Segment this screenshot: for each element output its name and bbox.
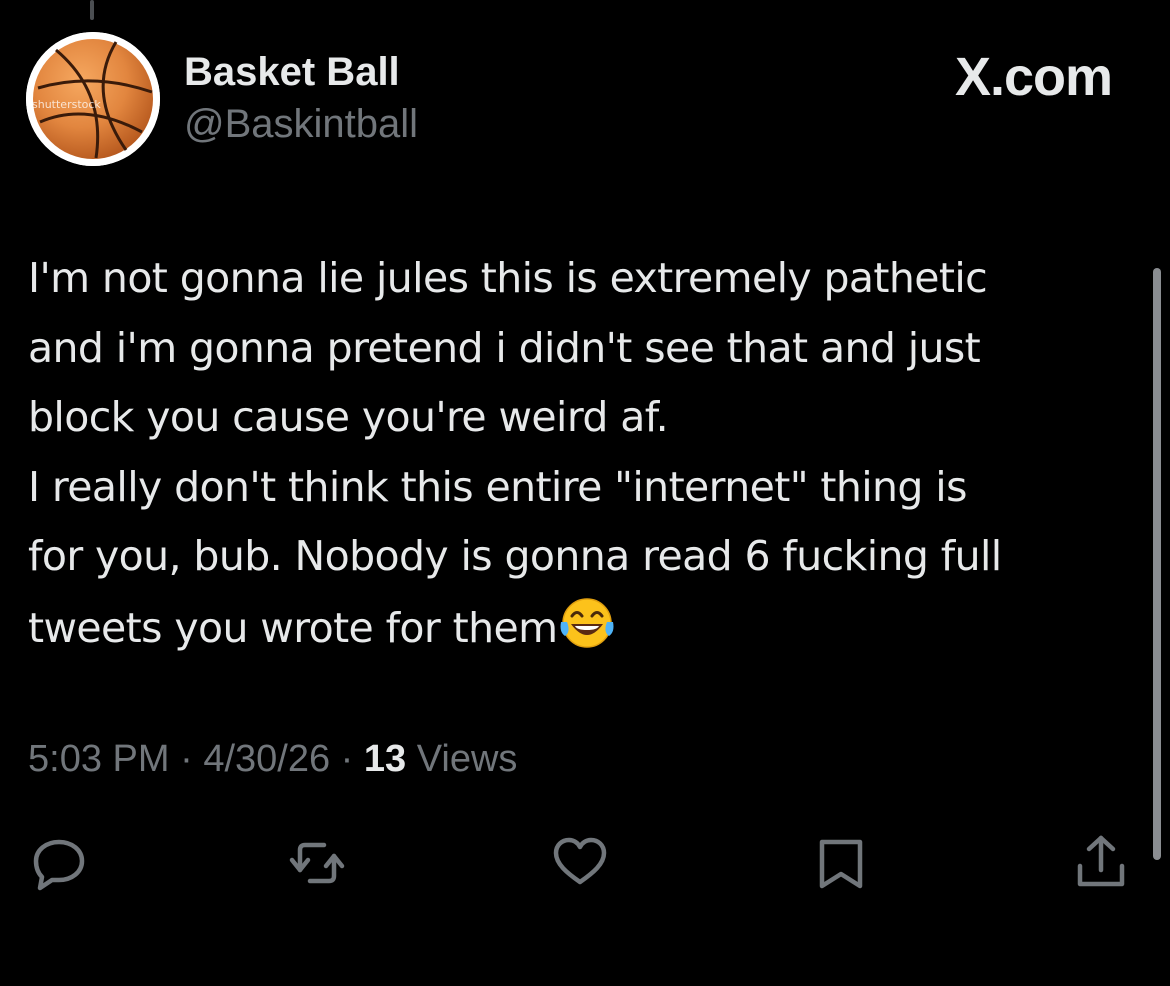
x-brand-watermark: X.com — [954, 47, 1113, 107]
tweet-meta: 5:03 PM · 4/30/26 · 13 Views — [28, 738, 517, 781]
repost-icon — [289, 842, 345, 884]
repost-button[interactable] — [284, 830, 350, 896]
basketball-avatar-image: shutterstock — [26, 32, 160, 166]
avatar-watermark: shutterstock — [32, 98, 101, 111]
heart-icon — [553, 837, 607, 885]
thread-connector-line — [90, 0, 94, 20]
user-handle[interactable]: @Baskintball — [184, 102, 418, 147]
tears-of-joy-emoji-icon — [557, 592, 617, 652]
meta-separator: · — [180, 738, 193, 780]
display-name[interactable]: Basket Ball — [184, 50, 400, 95]
tweet-time[interactable]: 5:03 PM — [28, 738, 170, 780]
tweet-line: I really don't think this entire "intern… — [28, 462, 967, 511]
bookmark-button[interactable] — [808, 830, 874, 896]
tweet-line: I'm not gonna lie jules this is extremel… — [28, 254, 988, 302]
meta-separator: · — [340, 738, 354, 780]
tweet-line: and i'm gonna pretend i didn't see that … — [28, 323, 981, 372]
tweet-line-last: tweets you wrote for them — [28, 592, 1138, 664]
tweet-date[interactable]: 4/30/26 — [203, 738, 330, 780]
tweet-line: block you cause you're weird af. — [28, 393, 669, 441]
tweet-line: for you, bub. Nobody is gonna read 6 fuc… — [28, 532, 1002, 580]
views-count: 13 — [363, 738, 407, 780]
share-button[interactable] — [1068, 830, 1134, 896]
share-icon — [1077, 835, 1125, 887]
tweet-line-text: tweets you wrote for them — [28, 603, 558, 652]
scrollbar[interactable] — [1153, 268, 1161, 860]
like-button[interactable] — [547, 830, 613, 896]
reply-button[interactable] — [26, 830, 92, 896]
bookmark-icon — [819, 839, 863, 889]
tweet-actions-bar — [0, 830, 1170, 900]
tweet-text: I'm not gonna lie jules this is extremel… — [28, 244, 1138, 663]
views-label: Views — [416, 738, 518, 780]
reply-icon — [33, 839, 85, 891]
avatar[interactable]: shutterstock — [26, 32, 160, 166]
